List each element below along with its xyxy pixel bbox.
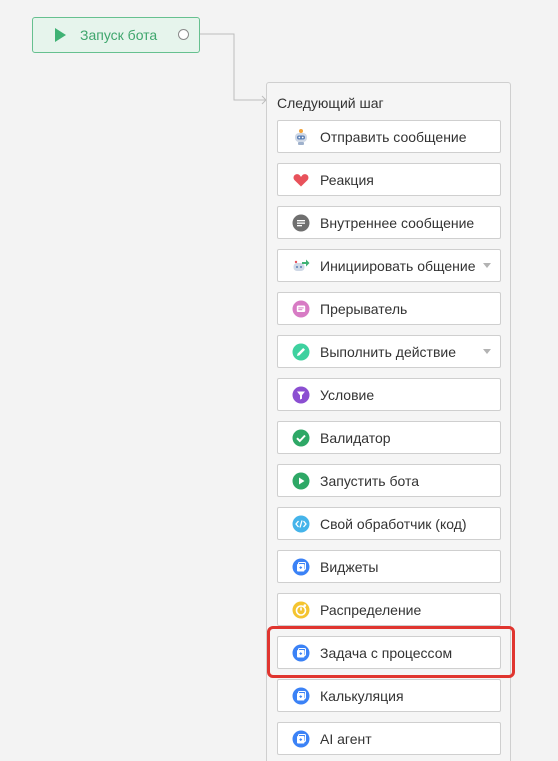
step-interrupter[interactable]: Прерыватель bbox=[277, 292, 501, 325]
chat-bubble-icon bbox=[292, 214, 310, 232]
step-reaction[interactable]: Реакция bbox=[277, 163, 501, 196]
step-label: Свой обработчик (код) bbox=[320, 515, 467, 532]
step-label: Запустить бота bbox=[320, 472, 420, 489]
step-custom-handler[interactable]: Свой обработчик (код) bbox=[277, 507, 501, 540]
output-port[interactable] bbox=[178, 29, 189, 40]
robot-arrow-icon bbox=[292, 257, 310, 275]
widget-icon bbox=[292, 687, 310, 705]
widget-icon bbox=[292, 644, 310, 662]
start-bot-node[interactable]: Запуск бота bbox=[32, 17, 200, 53]
step-label: Внутреннее сообщение bbox=[320, 214, 475, 231]
interrupt-icon bbox=[292, 300, 310, 318]
step-label: Отправить сообщение bbox=[320, 128, 467, 145]
step-label: Калькуляция bbox=[320, 687, 404, 704]
start-node-label: Запуск бота bbox=[80, 27, 158, 43]
step-task-with-process[interactable]: Задача с процессом bbox=[277, 636, 501, 669]
checkmark-icon bbox=[292, 429, 310, 447]
play-icon bbox=[55, 28, 66, 42]
step-label: Валидатор bbox=[320, 429, 391, 446]
widget-icon bbox=[292, 730, 310, 748]
step-label: Выполнить действие bbox=[320, 343, 457, 360]
step-label: Задача с процессом bbox=[320, 644, 453, 661]
step-label: Реакция bbox=[320, 171, 374, 188]
step-distribution[interactable]: Распределение bbox=[277, 593, 501, 626]
code-icon bbox=[292, 515, 310, 533]
panel-title: Следующий шаг bbox=[277, 95, 384, 111]
filter-icon bbox=[292, 386, 310, 404]
step-widgets[interactable]: Виджеты bbox=[277, 550, 501, 583]
play-circle-icon bbox=[292, 472, 310, 490]
flow-canvas[interactable]: Запуск бота Следующий шаг Отправить сооб… bbox=[0, 0, 558, 761]
step-run-bot[interactable]: Запустить бота bbox=[277, 464, 501, 497]
step-initiate-conversation[interactable]: Инициировать общение bbox=[277, 249, 501, 282]
step-perform-action[interactable]: Выполнить действие bbox=[277, 335, 501, 368]
step-calculation[interactable]: Калькуляция bbox=[277, 679, 501, 712]
step-label: Инициировать общение bbox=[320, 257, 476, 274]
robot-icon bbox=[292, 128, 310, 146]
step-label: AI агент bbox=[320, 730, 372, 747]
chevron-down-icon[interactable] bbox=[483, 349, 491, 354]
step-ai-agent[interactable]: AI агент bbox=[277, 722, 501, 755]
step-validator[interactable]: Валидатор bbox=[277, 421, 501, 454]
step-label: Условие bbox=[320, 386, 375, 403]
widget-icon bbox=[292, 558, 310, 576]
heart-icon bbox=[292, 171, 310, 189]
chevron-down-icon[interactable] bbox=[483, 263, 491, 268]
step-label: Виджеты bbox=[320, 558, 379, 575]
step-internal-message[interactable]: Внутреннее сообщение bbox=[277, 206, 501, 239]
step-send-message[interactable]: Отправить сообщение bbox=[277, 120, 501, 153]
next-step-panel: Следующий шаг Отправить сообщение Реакци… bbox=[266, 82, 511, 761]
distribution-icon bbox=[292, 601, 310, 619]
step-label: Прерыватель bbox=[320, 300, 408, 317]
step-condition[interactable]: Условие bbox=[277, 378, 501, 411]
pencil-icon bbox=[292, 343, 310, 361]
step-label: Распределение bbox=[320, 601, 422, 618]
